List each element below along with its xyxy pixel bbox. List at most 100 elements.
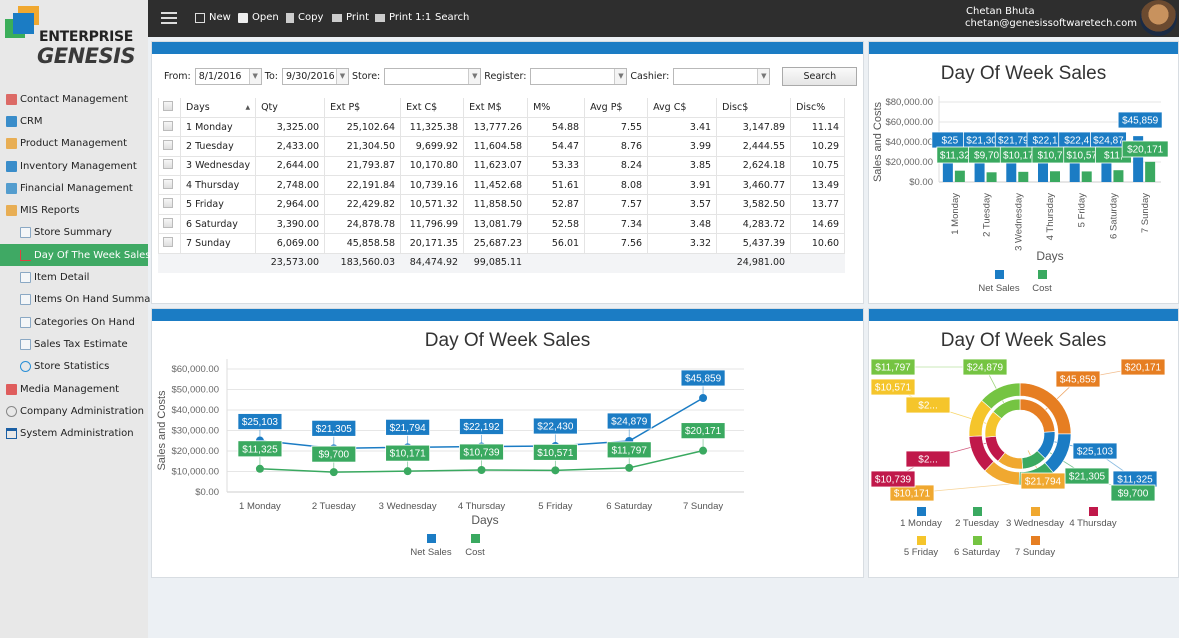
- report-icon: [20, 316, 31, 328]
- x-tick-label: 3 Wednesday: [1013, 193, 1024, 251]
- table-row[interactable]: 1 Monday 3,325.00 25,102.64 11,325.38 13,777…: [158, 116, 846, 138]
- x-tick-label: 5 Friday: [1077, 193, 1088, 228]
- column-header-days[interactable]: Days ▲: [179, 98, 257, 118]
- column-header-label: Ext C$: [406, 101, 438, 113]
- column-header-avg-c-[interactable]: Avg C$: [647, 98, 718, 118]
- column-header-ext-m-[interactable]: Ext M$: [463, 98, 529, 118]
- column-header-avg-p-[interactable]: Avg P$: [584, 98, 649, 118]
- sidebar-item-store-statistics[interactable]: Store Statistics: [0, 356, 148, 378]
- sidebar-item-financial-management[interactable]: Financial Management: [0, 177, 148, 199]
- table-row[interactable]: 7 Sunday 6,069.00 45,858.58 20,171.35 25,687…: [158, 233, 846, 254]
- cell-m-: 53.33: [527, 155, 586, 177]
- sidebar-item-day-of-the-week-sales[interactable]: Day Of The Week Sales: [0, 244, 150, 267]
- row-checkbox[interactable]: [163, 159, 173, 170]
- window-icon: [6, 428, 17, 440]
- copy-button[interactable]: Copy: [286, 12, 323, 23]
- cell-qty: 3,390.00: [255, 213, 326, 235]
- data-label-cost: $10,7: [1037, 151, 1062, 162]
- open-button[interactable]: Open: [238, 12, 279, 23]
- table-row[interactable]: 6 Saturday 3,390.00 24,878.78 11,796.99 13,0…: [158, 213, 846, 235]
- cell-m-: 52.58: [527, 213, 586, 235]
- column-header-disc-[interactable]: Disc%: [790, 98, 846, 118]
- row-checkbox[interactable]: [163, 178, 173, 189]
- column-header-disc-[interactable]: Disc$: [716, 98, 792, 118]
- sidebar-item-media-management[interactable]: Media Management: [0, 378, 148, 400]
- legend-swatch: [1031, 507, 1040, 516]
- data-label-net-sales: $22,192: [463, 422, 500, 433]
- sidebar-item-mis-reports[interactable]: MIS Reports: [0, 199, 148, 221]
- column-header-qty[interactable]: Qty: [255, 98, 326, 118]
- print-1-1-button[interactable]: Print 1:1: [375, 12, 431, 23]
- x-tick-label: 1 Monday: [239, 501, 281, 512]
- column-header-label: M%: [533, 101, 551, 113]
- cell-m-: 51.61: [527, 175, 586, 196]
- row-checkbox[interactable]: [163, 139, 173, 150]
- table-row[interactable]: 2 Tuesday 2,433.00 21,304.50 9,699.92 11,604…: [158, 136, 846, 157]
- register-label: Register:: [484, 71, 527, 82]
- row-checkbox[interactable]: [163, 198, 173, 209]
- sidebar-item-categories-on-hand[interactable]: Categories On Hand: [0, 311, 148, 333]
- chevron-down-icon[interactable]: ▼: [248, 69, 261, 84]
- new-button[interactable]: New: [195, 12, 231, 23]
- chevron-down-icon[interactable]: ▼: [468, 69, 481, 84]
- row-checkbox[interactable]: [163, 236, 173, 247]
- table-row[interactable]: 3 Wednesday 2,644.00 21,793.87 10,170.80 11,…: [158, 155, 846, 177]
- cell-days: 2 Tuesday: [179, 136, 257, 157]
- cell-ext-p-: 21,304.50: [324, 136, 402, 157]
- bar-chart: $0.00 $20,000.00 $40,000.00 $60,000.00 $80,0…: [872, 96, 1169, 294]
- y-tick-label: $20,000.00: [171, 446, 219, 457]
- report-icon: [20, 338, 31, 350]
- chevron-down-icon[interactable]: ▼: [335, 69, 348, 84]
- sidebar-item-system-administration[interactable]: System Administration: [0, 422, 148, 444]
- cell-ext-m-: 13,081.79: [463, 213, 529, 235]
- cell-avg-p-: 7.57: [584, 194, 649, 215]
- y-tick-label: $0.00: [909, 177, 933, 188]
- legend-swatch: [1031, 536, 1040, 545]
- column-header-ext-c-[interactable]: Ext C$: [400, 98, 465, 118]
- sidebar-item-sales-tax-estimate[interactable]: Sales Tax Estimate: [0, 333, 148, 355]
- column-header-m-[interactable]: M%: [527, 98, 586, 118]
- sidebar-item-items-on-hand-summary[interactable]: Items On Hand Summary: [0, 289, 160, 311]
- logo-text-genesis: GENESIS: [37, 44, 136, 68]
- to-date-input[interactable]: 9/30/2016 ▼: [281, 68, 349, 85]
- select-all-checkbox[interactable]: [163, 100, 173, 111]
- register-select[interactable]: ▼: [530, 68, 628, 85]
- enterprise-genesis-logo[interactable]: ENTERPRISE GENESIS: [5, 6, 145, 70]
- store-select[interactable]: ▼: [384, 68, 482, 85]
- sidebar-item-item-detail[interactable]: Item Detail: [0, 266, 148, 288]
- sidebar-item-inventory-management[interactable]: Inventory Management: [0, 155, 148, 177]
- table-row[interactable]: 5 Friday 2,964.00 22,429.82 10,571.32 11,858…: [158, 194, 846, 215]
- sidebar-item-product-management[interactable]: Product Management: [0, 133, 148, 155]
- cashier-select[interactable]: ▼: [673, 68, 771, 85]
- y-tick-label: $10,000.00: [171, 467, 219, 478]
- legend-label: 2 Tuesday: [955, 518, 999, 529]
- search-button[interactable]: Search: [435, 12, 469, 23]
- user-info[interactable]: Chetan Bhuta chetan@genesissoftwaretech.…: [965, 6, 1137, 30]
- hamburger-menu-icon[interactable]: [161, 12, 177, 24]
- data-point-cost: [625, 463, 634, 472]
- legend-label: Net Sales: [978, 283, 1019, 294]
- sidebar-item-store-summary[interactable]: Store Summary: [0, 222, 148, 244]
- row-checkbox[interactable]: [163, 217, 173, 228]
- open-label: Open: [252, 12, 279, 23]
- data-label-cost: $11,: [1104, 151, 1123, 162]
- sidebar-item-crm[interactable]: CRM: [0, 110, 148, 132]
- cell-qty: 3,325.00: [255, 116, 326, 138]
- sidebar-item-contact-management[interactable]: Contact Management: [0, 88, 148, 110]
- from-date-input[interactable]: 8/1/2016 ▼: [194, 68, 262, 85]
- cell-avg-c-: 3.99: [647, 136, 718, 157]
- column-header-ext-p-[interactable]: Ext P$: [324, 98, 402, 118]
- chevron-down-icon[interactable]: ▼: [757, 69, 770, 84]
- chevron-down-icon[interactable]: ▼: [614, 69, 627, 84]
- table-row[interactable]: 4 Thursday 2,748.00 22,191.84 10,739.16 11,4…: [158, 175, 846, 196]
- sort-ascending-icon[interactable]: ▲: [245, 104, 250, 111]
- search-filter-button[interactable]: Search: [782, 67, 858, 86]
- data-label-cost: $20,171: [1125, 363, 1162, 374]
- row-checkbox[interactable]: [163, 120, 173, 131]
- x-tick-label: 7 Sunday: [683, 501, 723, 512]
- print-button[interactable]: Print: [332, 12, 369, 23]
- sidebar-item-company-administration[interactable]: Company Administration: [0, 400, 148, 422]
- avatar[interactable]: [1140, 0, 1177, 36]
- sidebar-item-label: MIS Reports: [20, 205, 80, 217]
- bar-cost: [1018, 171, 1029, 182]
